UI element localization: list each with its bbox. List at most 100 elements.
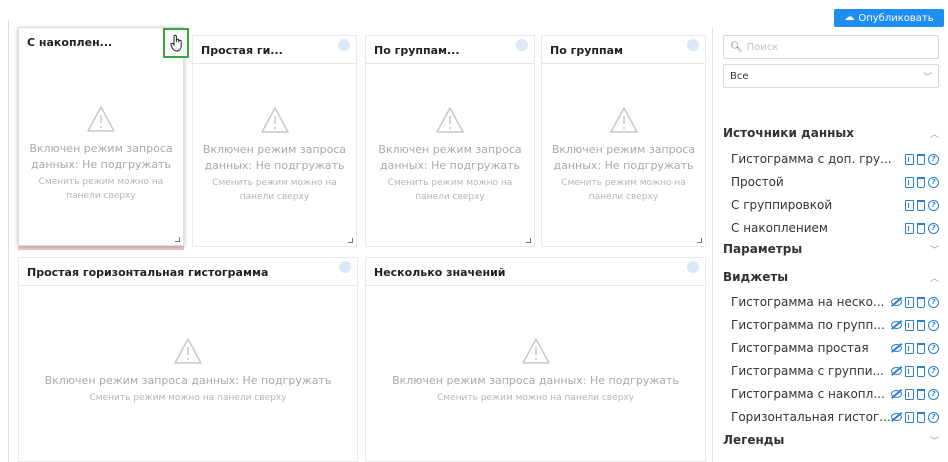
publish-button[interactable]: ☁ Опубликовать — [834, 9, 944, 27]
widget-title: Несколько значений — [374, 266, 506, 279]
chevron-up-icon: ︿ — [929, 129, 939, 140]
search-box[interactable]: 🔍︎ — [723, 35, 939, 59]
resize-handle[interactable] — [175, 237, 180, 242]
widget-list-item[interactable]: Гистограмма на неско... ? — [731, 295, 939, 309]
section-data-sources[interactable]: Источники данных ︿ — [723, 126, 939, 140]
right-panel: 🔍︎ Все ﹀ Источники данных ︿ Гистограмма … — [712, 28, 948, 462]
section-params[interactable]: Параметры ﹀ — [723, 242, 939, 256]
widget-card[interactable]: По группам... Включен режим запроса данн… — [365, 35, 535, 247]
copy-icon[interactable] — [905, 319, 914, 331]
trash-icon[interactable] — [917, 365, 925, 377]
widget-title: По группам... — [374, 44, 460, 57]
source-item[interactable]: С накоплением ? — [731, 221, 939, 235]
widget-body: Включен режим запроса данных: Не подгруж… — [542, 64, 705, 246]
eye-off-icon[interactable] — [891, 343, 902, 352]
drag-handle[interactable] — [163, 28, 189, 58]
widget-body: Включен режим запроса данных: Не подгруж… — [193, 64, 356, 246]
trash-icon[interactable] — [917, 199, 925, 211]
publish-label: Опубликовать — [858, 12, 934, 24]
help-icon[interactable]: ? — [928, 388, 939, 400]
help-icon[interactable]: ? — [928, 199, 939, 211]
source-item[interactable]: Гистограмма с доп. гру... ? — [731, 152, 939, 166]
widget-card[interactable]: С накоплен... Включен режим запроса данн… — [18, 27, 184, 246]
copy-icon[interactable] — [905, 199, 914, 211]
widget-title: По группам — [550, 44, 623, 57]
filter-select[interactable]: Все ﹀ — [723, 64, 939, 88]
eye-off-icon[interactable] — [891, 366, 902, 375]
widget-message: Включен режим запроса данных: Не подгруж… — [44, 373, 332, 387]
widget-title: С накоплен... — [27, 36, 113, 49]
resize-handle[interactable] — [697, 238, 702, 243]
widget-hint: Сменить режим можно на панели сверху — [212, 178, 337, 202]
source-item-label: С группировкой — [731, 198, 833, 212]
widget-body: Включен режим запроса данных: Не подгруж… — [19, 286, 357, 461]
widget-menu-dot[interactable] — [338, 39, 350, 51]
widget-list-item[interactable]: Гистограмма по групп... ? — [731, 318, 939, 332]
trash-icon[interactable] — [917, 296, 925, 308]
trash-icon[interactable] — [917, 222, 925, 234]
copy-icon[interactable] — [905, 365, 914, 377]
cloud-upload-icon: ☁ — [844, 12, 855, 23]
section-widgets[interactable]: Виджеты ︿ — [723, 270, 939, 284]
copy-icon[interactable] — [905, 176, 914, 188]
widget-card[interactable]: По группам Включен режим запроса данных:… — [541, 35, 706, 247]
widget-list-item[interactable]: Горизонтальная гистог... ? — [731, 410, 939, 424]
eye-off-icon[interactable] — [891, 297, 902, 306]
trash-icon[interactable] — [917, 388, 925, 400]
canvas-left-border — [8, 20, 9, 462]
help-icon[interactable]: ? — [928, 176, 939, 188]
help-icon[interactable]: ? — [928, 319, 939, 331]
help-icon[interactable]: ? — [928, 296, 939, 308]
copy-icon[interactable] — [905, 153, 914, 165]
help-icon[interactable]: ? — [928, 342, 939, 354]
help-icon[interactable]: ? — [928, 222, 939, 234]
widget-list-label: Гистограмма простая — [731, 341, 869, 355]
copy-icon[interactable] — [905, 411, 914, 423]
eye-off-icon[interactable] — [891, 320, 902, 329]
source-item-label: С накоплением — [731, 221, 828, 235]
widget-menu-dot[interactable] — [687, 39, 699, 51]
widget-menu-dot[interactable] — [687, 261, 699, 273]
widget-message: Включен режим запроса данных: Не подгруж… — [392, 373, 679, 387]
trash-icon[interactable] — [917, 319, 925, 331]
widget-list-label: Гистограмма на неско... — [731, 295, 885, 309]
widget-list-item[interactable]: Гистограмма с группи... ? — [731, 364, 939, 378]
resize-handle[interactable] — [526, 238, 531, 243]
search-input[interactable] — [746, 41, 927, 53]
widget-card[interactable]: Простая ги... Включен режим запроса данн… — [192, 35, 357, 247]
trash-icon[interactable] — [917, 342, 925, 354]
section-legends[interactable]: Легенды ﹀ — [723, 433, 939, 447]
warning-icon — [436, 107, 464, 133]
trash-icon[interactable] — [917, 153, 925, 165]
copy-icon[interactable] — [905, 388, 914, 400]
trash-icon[interactable] — [917, 411, 925, 423]
widget-list-item[interactable]: Гистограмма простая ? — [731, 341, 939, 355]
widget-menu-dot[interactable] — [339, 261, 351, 273]
source-item-label: Гистограмма с доп. гру... — [731, 152, 892, 166]
copy-icon[interactable] — [905, 342, 914, 354]
source-item[interactable]: Простой ? — [731, 175, 939, 189]
resize-handle[interactable] — [348, 238, 353, 243]
widget-menu-dot[interactable] — [516, 39, 528, 51]
widget-list-item[interactable]: Гистограмма с накопл... ? — [731, 387, 939, 401]
eye-off-icon[interactable] — [891, 389, 902, 398]
copy-icon[interactable] — [905, 296, 914, 308]
widget-body: Включен режим запроса данных: Не подгруж… — [366, 64, 534, 246]
widget-hint: Сменить режим можно на панели сверху — [38, 176, 164, 201]
section-title: Источники данных — [723, 126, 854, 140]
help-icon[interactable]: ? — [928, 365, 939, 377]
warning-icon — [260, 107, 289, 133]
help-icon[interactable]: ? — [928, 153, 939, 165]
warning-icon — [521, 337, 550, 364]
hand-cursor-icon — [170, 34, 182, 52]
widget-card[interactable]: Простая горизонтальная гистограмма Включ… — [18, 257, 358, 462]
chevron-down-icon: ﹀ — [929, 436, 939, 447]
widget-card[interactable]: Несколько значений Включен режим запроса… — [365, 257, 706, 462]
help-icon[interactable]: ? — [928, 411, 939, 423]
filter-select-value: Все — [730, 70, 749, 82]
widget-title: Простая горизонтальная гистограмма — [27, 266, 269, 279]
source-item[interactable]: С группировкой ? — [731, 198, 939, 212]
trash-icon[interactable] — [917, 176, 925, 188]
copy-icon[interactable] — [905, 222, 914, 234]
eye-off-icon[interactable] — [891, 412, 902, 421]
